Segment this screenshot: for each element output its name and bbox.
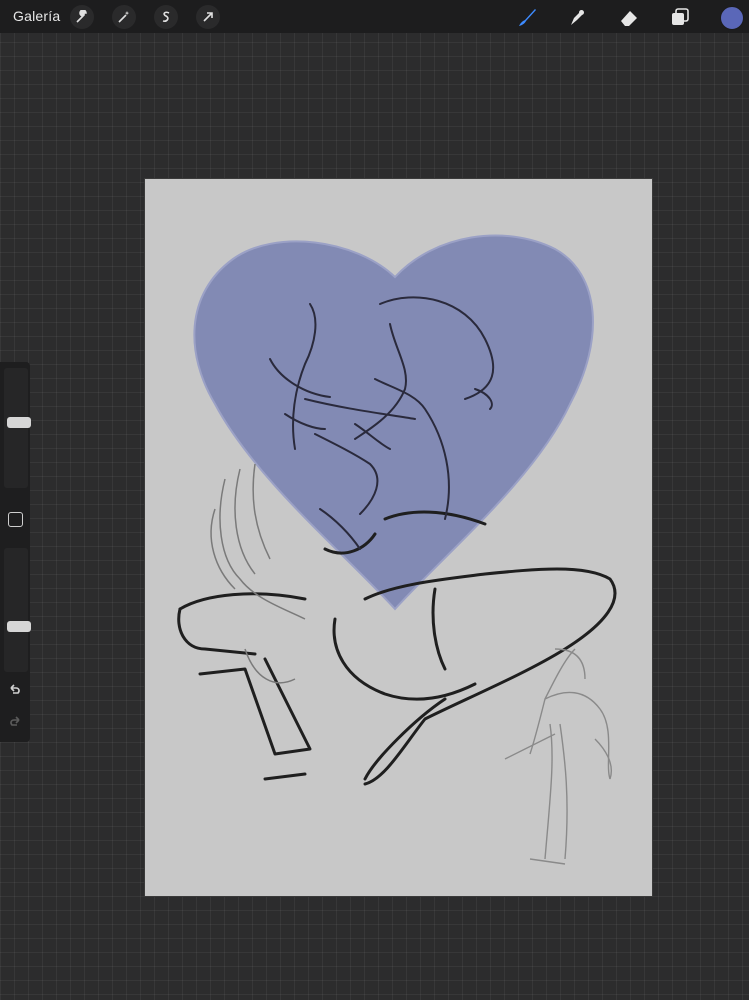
redo-icon[interactable] [7,714,23,730]
magic-wand-icon[interactable] [112,5,136,29]
opacity-thumb[interactable] [7,621,31,632]
undo-icon[interactable] [7,682,23,698]
transform-arrow-icon[interactable] [196,5,220,29]
small-figure-sketch [504,648,612,865]
drawing-canvas[interactable] [145,179,652,896]
smudge-icon[interactable] [564,4,590,30]
selection-icon[interactable] [154,5,178,29]
heart-shape [193,234,594,611]
color-swatch[interactable] [720,6,744,30]
eraser-icon[interactable] [616,4,642,30]
artwork [177,234,617,865]
opacity-slider[interactable] [4,548,31,672]
brush-size-thumb[interactable] [7,417,31,428]
side-toolbar [0,362,31,742]
brush-size-slider[interactable] [4,368,31,488]
square-modify-icon[interactable] [8,512,23,527]
brush-icon[interactable] [514,4,540,30]
layers-icon[interactable] [667,4,693,30]
top-toolbar: Galería [0,0,749,33]
wrench-icon[interactable] [70,5,94,29]
gallery-button[interactable]: Galería [13,8,60,24]
